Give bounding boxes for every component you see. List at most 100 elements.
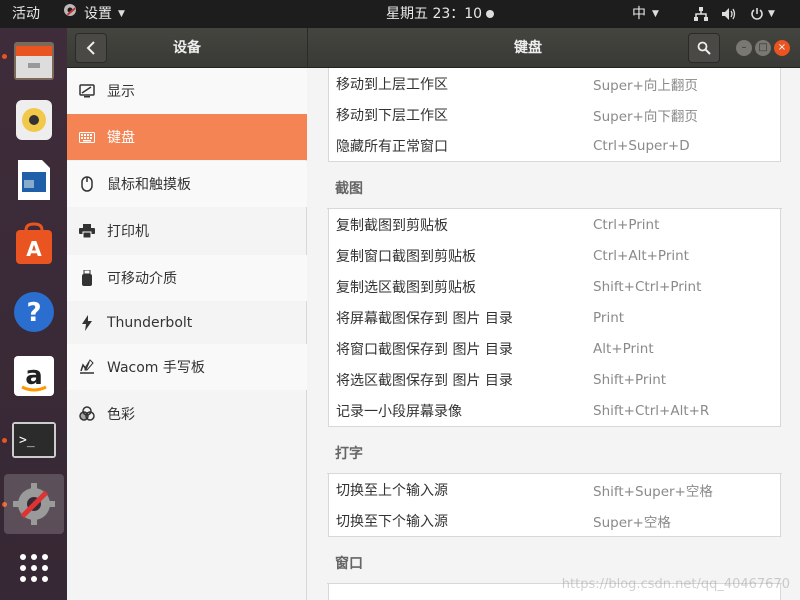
sidebar-item-color[interactable]: 色彩 xyxy=(67,391,307,437)
sidebar-item-label: 键盘 xyxy=(107,130,135,146)
shortcut-key: Super+向上翻页 xyxy=(593,77,698,94)
dock: A ? a >_ xyxy=(0,28,67,600)
power-icon xyxy=(751,8,763,20)
app-grid-icon[interactable] xyxy=(4,538,64,598)
amazon-app-icon[interactable]: a xyxy=(4,346,64,406)
clock[interactable]: 星期五 23：10 xyxy=(386,0,495,28)
shortcut-key: Super+向下翻页 xyxy=(593,108,698,125)
shortcut-row[interactable]: 将屏幕截图保存到 图片 目录 Print xyxy=(329,302,780,333)
chevron-down-icon: ▼ xyxy=(118,9,125,19)
shortcut-name: 切换至上个输入源 xyxy=(336,482,448,499)
shortcut-key: Ctrl+Print xyxy=(593,216,660,233)
help-app-icon[interactable]: ? xyxy=(4,282,64,342)
settings-app-icon xyxy=(62,0,78,28)
svg-text:A: A xyxy=(26,237,42,261)
search-icon xyxy=(697,41,711,55)
shortcut-name: 复制选区截图到剪贴板 xyxy=(336,279,476,296)
files-app-icon[interactable] xyxy=(4,30,64,90)
printer-icon xyxy=(79,223,95,239)
sidebar-item-printer[interactable]: 打印机 xyxy=(67,208,307,254)
shortcut-row[interactable]: 移动到下层工作区 Super+向下翻页 xyxy=(329,99,780,130)
minimize-button[interactable]: – xyxy=(736,40,752,56)
shortcut-group-screenshot: 复制截图到剪贴板 Ctrl+Print 复制窗口截图到剪贴板 Ctrl+Alt+Pr… xyxy=(328,209,781,427)
display-icon xyxy=(79,83,95,99)
shortcut-row[interactable]: 复制选区截图到剪贴板 Shift+Ctrl+Print xyxy=(329,271,780,302)
chevron-down-icon: ▼ xyxy=(652,9,659,19)
shortcut-name: 移动到下层工作区 xyxy=(336,107,448,124)
power-menu[interactable]: ▼ xyxy=(750,0,775,28)
back-button[interactable] xyxy=(75,33,107,63)
recording-dot-icon xyxy=(486,10,495,18)
svg-text:?: ? xyxy=(26,298,41,328)
usb-icon xyxy=(79,270,95,286)
shortcut-name: 复制窗口截图到剪贴板 xyxy=(336,248,476,265)
settings-app-icon[interactable] xyxy=(4,474,64,534)
sidebar-item-mouse[interactable]: 鼠标和触摸板 xyxy=(67,161,307,207)
sidebar-item-keyboard[interactable]: 键盘 xyxy=(67,114,307,160)
sidebar-item-label: 色彩 xyxy=(107,407,135,423)
close-button[interactable]: × xyxy=(774,40,790,56)
volume-icon[interactable] xyxy=(721,0,737,28)
shortcut-name: 将选区截图保存到 图片 目录 xyxy=(336,372,513,389)
color-icon xyxy=(79,406,95,422)
sidebar-item-label: Wacom 手写板 xyxy=(107,360,205,376)
thunderbolt-icon xyxy=(79,315,95,331)
search-button[interactable] xyxy=(688,33,720,63)
shortcut-name: 移动到上层工作区 xyxy=(336,76,448,93)
chevron-left-icon xyxy=(86,41,95,55)
software-app-icon[interactable]: A xyxy=(4,214,64,274)
shortcut-key: Shift+Super+空格 xyxy=(593,483,713,500)
svg-text:>_: >_ xyxy=(19,433,35,448)
shortcut-row[interactable]: 将窗口截图保存到 图片 目录 Alt+Print xyxy=(329,333,780,364)
rhythmbox-app-icon[interactable] xyxy=(4,90,64,150)
shortcut-list-pane: 移动到上层工作区 Super+向上翻页 移动到下层工作区 Super+向下翻页 隐藏… xyxy=(307,68,800,600)
shortcut-group-navigation: 移动到上层工作区 Super+向上翻页 移动到下层工作区 Super+向下翻页 隐藏… xyxy=(328,68,781,162)
shortcut-key: Ctrl+Super+D xyxy=(593,137,690,154)
shortcut-key: Super+空格 xyxy=(593,514,671,531)
top-bar: 活动 设置 ▼ 星期五 23：10 中 ▼ ▼ xyxy=(0,0,800,28)
shortcut-key: Shift+Ctrl+Alt+R xyxy=(593,402,710,419)
shortcut-name: 切换至下个输入源 xyxy=(336,513,448,530)
input-method-menu[interactable]: 中 ▼ xyxy=(632,0,659,28)
sidebar-item-label: 打印机 xyxy=(107,224,149,240)
shortcut-row[interactable]: 复制窗口截图到剪贴板 Ctrl+Alt+Print xyxy=(329,240,780,271)
page-title: 键盘 xyxy=(514,40,542,56)
shortcut-row[interactable]: 隐藏所有正常窗口 Ctrl+Super+D xyxy=(329,130,780,161)
shortcut-row[interactable]: 移动到上层工作区 Super+向上翻页 xyxy=(329,68,780,99)
maximize-button[interactable]: □ xyxy=(755,40,771,56)
section-title-screenshot: 截图 xyxy=(327,162,782,209)
shortcut-name: 记录一小段屏幕录像 xyxy=(336,403,462,420)
shortcut-row[interactable]: 将选区截图保存到 图片 目录 Shift+Print xyxy=(329,364,780,395)
shortcut-name: 复制截图到剪贴板 xyxy=(336,217,448,234)
sidebar-item-label: Thunderbolt xyxy=(107,315,193,331)
terminal-app-icon[interactable]: >_ xyxy=(4,410,64,470)
shortcut-key: Alt+Print xyxy=(593,340,654,357)
writer-app-icon[interactable] xyxy=(4,150,64,210)
mouse-icon xyxy=(79,176,95,192)
sidebar-item-thunderbolt[interactable]: Thunderbolt xyxy=(67,300,307,346)
activities-button[interactable]: 活动 xyxy=(12,0,40,28)
sidebar-item-label: 显示 xyxy=(107,84,135,100)
shortcut-row[interactable]: 切换至上个输入源 Shift+Super+空格 xyxy=(329,474,780,505)
tablet-icon xyxy=(79,359,95,375)
shortcut-name: 将窗口截图保存到 图片 目录 xyxy=(336,341,513,358)
shortcut-row[interactable]: 记录一小段屏幕录像 Shift+Ctrl+Alt+R xyxy=(329,395,780,426)
shortcut-list: 移动到上层工作区 Super+向上翻页 移动到下层工作区 Super+向下翻页 隐藏… xyxy=(327,68,782,600)
shortcut-name: 隐藏所有正常窗口 xyxy=(336,138,448,155)
shortcut-key: Shift+Print xyxy=(593,371,667,388)
app-menu[interactable]: 设置 ▼ xyxy=(62,0,125,28)
sidebar-item-removable-media[interactable]: 可移动介质 xyxy=(67,255,307,301)
shortcut-row[interactable]: 复制截图到剪贴板 Ctrl+Print xyxy=(329,209,780,240)
sidebar-item-label: 鼠标和触摸板 xyxy=(107,177,191,193)
watermark: https://blog.csdn.net/qq_40467670 xyxy=(561,577,790,592)
shortcut-key: Ctrl+Alt+Print xyxy=(593,247,689,264)
sidebar-item-wacom[interactable]: Wacom 手写板 xyxy=(67,344,307,390)
input-method-label: 中 xyxy=(632,6,646,22)
sidebar-item-label: 可移动介质 xyxy=(107,271,177,287)
shortcut-group-typing: 切换至上个输入源 Shift+Super+空格 切换至下个输入源 Super+空格 xyxy=(328,474,781,537)
sidebar-item-display[interactable]: 显示 xyxy=(67,68,307,114)
network-icon[interactable] xyxy=(694,0,708,28)
shortcut-row[interactable]: 切换至下个输入源 Super+空格 xyxy=(329,505,780,536)
header-bar: 设备 键盘 – □ × xyxy=(67,28,800,68)
sidebar: 显示 键盘 鼠标和触摸板 打印机 可移动介质 Thunderbolt Wacom… xyxy=(67,68,307,600)
